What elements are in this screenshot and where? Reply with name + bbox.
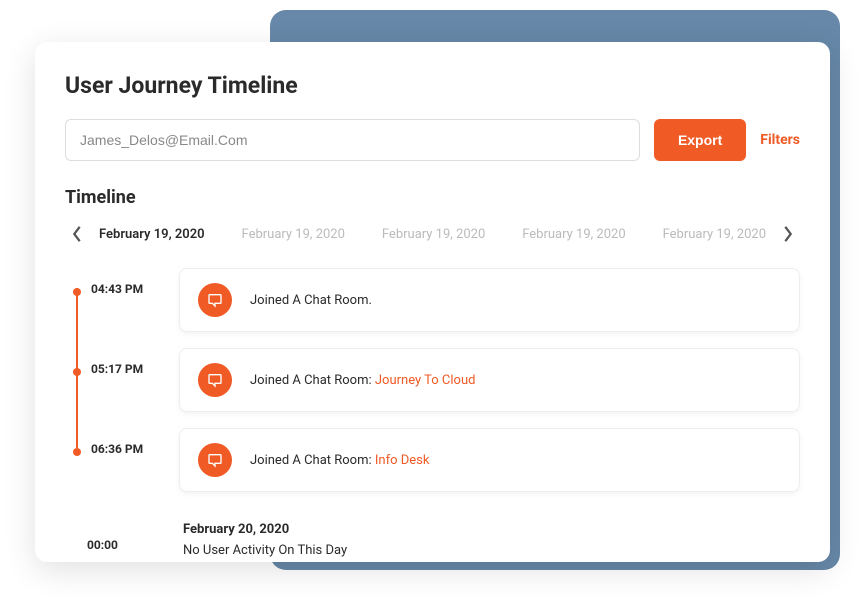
- time-stop: 06:36 PM: [73, 428, 149, 508]
- export-button[interactable]: Export: [654, 119, 746, 161]
- event-prefix: Joined A Chat Room.: [250, 293, 372, 308]
- date-item[interactable]: February 19, 2020: [663, 227, 766, 242]
- chat-icon: [198, 443, 232, 477]
- events-column: Joined A Chat Room. Joined A Chat Room: …: [179, 268, 800, 588]
- time-stop: 00:00: [73, 508, 149, 588]
- chevron-left-icon[interactable]: [65, 222, 89, 246]
- empty-day-date: February 20, 2020: [183, 522, 796, 537]
- date-item[interactable]: February 19, 2020: [99, 227, 205, 242]
- date-item[interactable]: February 19, 2020: [382, 227, 485, 242]
- event-card[interactable]: Joined A Chat Room: Journey To Cloud: [179, 348, 800, 412]
- controls-row: Export Filters: [65, 119, 800, 161]
- timeline-body: 04:43 PM 05:17 PM 06:36 PM 00:00 Joined …: [65, 268, 800, 588]
- time-column: 04:43 PM 05:17 PM 06:36 PM 00:00: [73, 268, 149, 588]
- event-card[interactable]: Joined A Chat Room.: [179, 268, 800, 332]
- chat-icon: [198, 283, 232, 317]
- search-input[interactable]: [65, 119, 640, 161]
- time-label: 04:43 PM: [91, 282, 143, 296]
- date-item[interactable]: February 19, 2020: [242, 227, 345, 242]
- time-stop: 04:43 PM: [73, 268, 149, 348]
- event-prefix: Joined A Chat Room:: [250, 453, 375, 468]
- filters-link[interactable]: Filters: [760, 132, 800, 148]
- chevron-right-icon[interactable]: [776, 222, 800, 246]
- event-link[interactable]: Journey To Cloud: [375, 373, 476, 388]
- main-card: User Journey Timeline Export Filters Tim…: [35, 42, 830, 562]
- event-text: Joined A Chat Room: Journey To Cloud: [250, 373, 475, 388]
- event-card[interactable]: Joined A Chat Room: Info Desk: [179, 428, 800, 492]
- empty-day-message: No User Activity On This Day: [183, 543, 796, 558]
- dates-list: February 19, 2020 February 19, 2020 Febr…: [93, 227, 772, 242]
- event-link[interactable]: Info Desk: [375, 453, 430, 468]
- chat-icon: [198, 363, 232, 397]
- timeline-section-title: Timeline: [65, 187, 800, 208]
- date-item[interactable]: February 19, 2020: [522, 227, 625, 242]
- empty-day-block: February 20, 2020 No User Activity On Th…: [179, 508, 800, 558]
- time-stop: 05:17 PM: [73, 348, 149, 428]
- date-scroller: February 19, 2020 February 19, 2020 Febr…: [65, 222, 800, 246]
- event-text: Joined A Chat Room.: [250, 293, 372, 308]
- event-prefix: Joined A Chat Room:: [250, 373, 375, 388]
- time-dot-icon: [73, 368, 81, 376]
- event-text: Joined A Chat Room: Info Desk: [250, 453, 429, 468]
- page-title: User Journey Timeline: [65, 72, 800, 99]
- time-dot-icon: [73, 288, 81, 296]
- time-dot-icon: [73, 448, 81, 456]
- time-label: 00:00: [87, 538, 118, 552]
- time-label: 06:36 PM: [91, 442, 143, 456]
- time-label: 05:17 PM: [91, 362, 143, 376]
